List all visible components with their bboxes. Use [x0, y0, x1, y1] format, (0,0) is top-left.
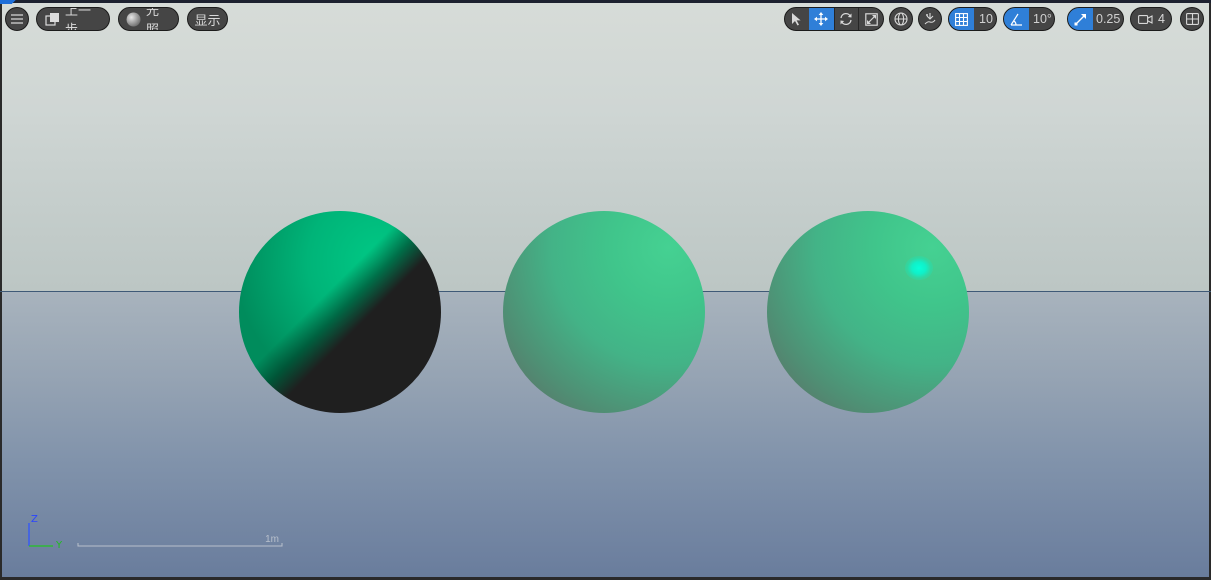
- z-axis-label: Z: [31, 514, 38, 525]
- lighting-button[interactable]: 光照: [118, 7, 179, 31]
- scale-snap-value[interactable]: 0.25: [1093, 12, 1120, 26]
- move-tool-button[interactable]: [808, 8, 834, 30]
- angle-snap-value[interactable]: 10°: [1029, 12, 1052, 26]
- hamburger-menu-icon: [11, 14, 23, 24]
- camera-speed-control[interactable]: 4: [1130, 7, 1172, 31]
- 3d-viewport[interactable]: 上一步 光照 显示 10 10° 0.25 4 Z Y 1m: [0, 0, 1211, 580]
- undo-button[interactable]: 上一步: [36, 7, 110, 31]
- scale-snap-toggle[interactable]: [1068, 8, 1093, 30]
- scale-tool-button[interactable]: [859, 8, 883, 30]
- select-arrow-icon: [791, 12, 802, 26]
- specular-sphere[interactable]: [767, 211, 969, 413]
- specular-highlight: [905, 256, 933, 280]
- display-label: 显示: [194, 12, 221, 28]
- grid-snap-toggle[interactable]: [949, 8, 974, 30]
- scale-icon: [864, 12, 878, 26]
- transform-tools-group: [784, 7, 884, 31]
- axis-lines: [28, 523, 53, 547]
- camera-icon: [1138, 14, 1153, 25]
- active-viewport-indicator: [0, 0, 22, 4]
- world-space-button[interactable]: [889, 7, 913, 31]
- camera-speed-value: 4: [1158, 12, 1165, 26]
- scale-bar: 1m: [77, 534, 283, 548]
- angle-snap-control: 10°: [1003, 7, 1055, 31]
- surface-snap-button[interactable]: [918, 7, 942, 31]
- undo-cube-icon: [45, 12, 60, 26]
- angle-snap-toggle[interactable]: [1004, 8, 1029, 30]
- globe-icon: [894, 12, 908, 26]
- grid-snap-value[interactable]: 10: [974, 12, 993, 26]
- menu-button[interactable]: [5, 7, 29, 31]
- axis-gizmo: Z Y: [22, 513, 72, 553]
- diffuse-sphere[interactable]: [503, 211, 705, 413]
- scale-snap-control: 0.25: [1067, 7, 1124, 31]
- undo-label: 上一步: [65, 7, 92, 31]
- lighting-label: 光照: [146, 7, 160, 31]
- surface-snap-icon: [923, 12, 937, 26]
- viewport-top-border: [0, 0, 1211, 3]
- angle-icon: [1010, 13, 1023, 26]
- move-icon: [814, 12, 829, 26]
- layout-grid-icon: [1185, 13, 1199, 25]
- select-tool-button[interactable]: [785, 8, 809, 30]
- grid-icon: [955, 12, 968, 26]
- rotate-icon: [839, 12, 853, 26]
- y-axis-label: Y: [56, 540, 63, 551]
- scale-arrow-icon: [1074, 13, 1087, 26]
- scale-bar-label: 1m: [265, 534, 279, 545]
- lighting-sphere-icon: [126, 12, 141, 27]
- grid-snap-control: 10: [948, 7, 997, 31]
- display-button[interactable]: 显示: [187, 7, 228, 31]
- scale-bar-line: [77, 543, 283, 547]
- viewport-layout-button[interactable]: [1180, 7, 1204, 31]
- rotate-tool-button[interactable]: [834, 8, 858, 30]
- unlit-sphere[interactable]: [239, 211, 441, 413]
